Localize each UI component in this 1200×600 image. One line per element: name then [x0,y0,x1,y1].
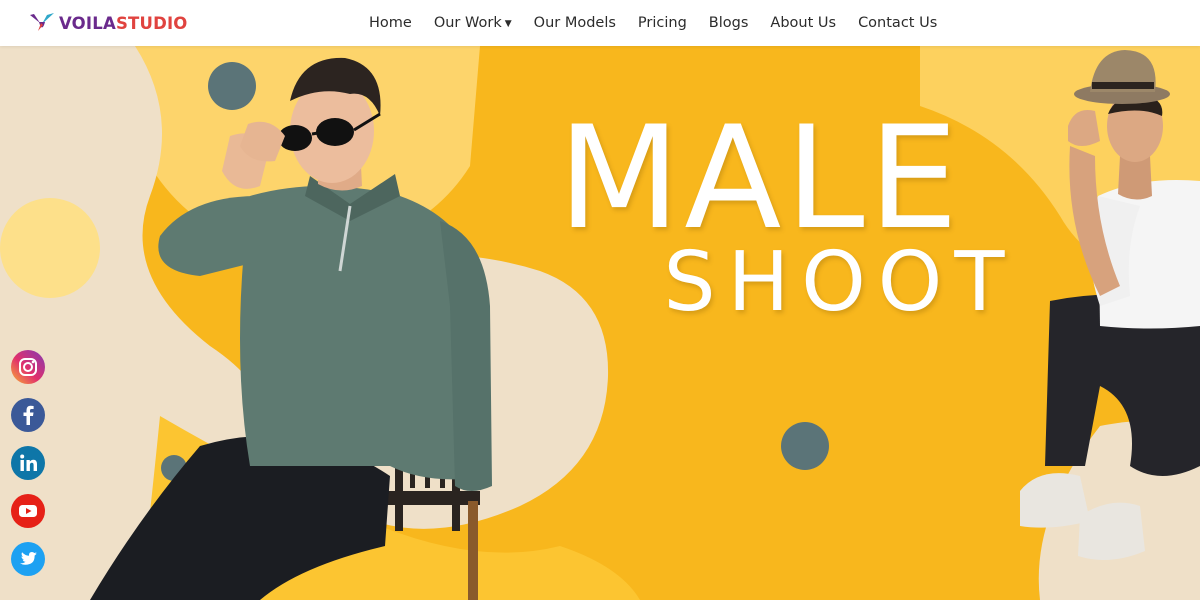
hero-headline-male: MALE [557,96,963,261]
caret-down-icon: ▼ [504,18,512,29]
instagram-icon[interactable] [11,350,45,384]
nav-our-work[interactable]: Our Work ▼ [423,15,523,31]
nav-about-us[interactable]: About Us [759,15,847,31]
top-navbar: VOILASTUDIO Home Our Work ▼ Our Models Pr… [0,0,1200,46]
youtube-icon[interactable] [11,494,45,528]
main-navigation: Home Our Work ▼ Our Models Pricing Blogs … [358,0,948,46]
yellow-circle [0,198,100,298]
brand-name: VOILASTUDIO [59,13,188,33]
nav-home[interactable]: Home [358,15,423,31]
linkedin-icon[interactable] [11,446,45,480]
social-links [11,350,45,576]
slate-dot [208,62,256,110]
hero-headline-shoot: SHOOT [663,235,1017,330]
nav-blogs[interactable]: Blogs [698,15,760,31]
brand-logo[interactable]: VOILASTUDIO [28,10,188,36]
nav-our-models[interactable]: Our Models [523,15,627,31]
hero-banner: MALE SHOOT [0,46,1200,600]
facebook-icon[interactable] [11,398,45,432]
nav-pricing[interactable]: Pricing [627,15,698,31]
twitter-icon[interactable] [11,542,45,576]
slate-dot [781,422,829,470]
bird-logo-icon [30,13,54,31]
nav-contact-us[interactable]: Contact Us [847,15,948,31]
